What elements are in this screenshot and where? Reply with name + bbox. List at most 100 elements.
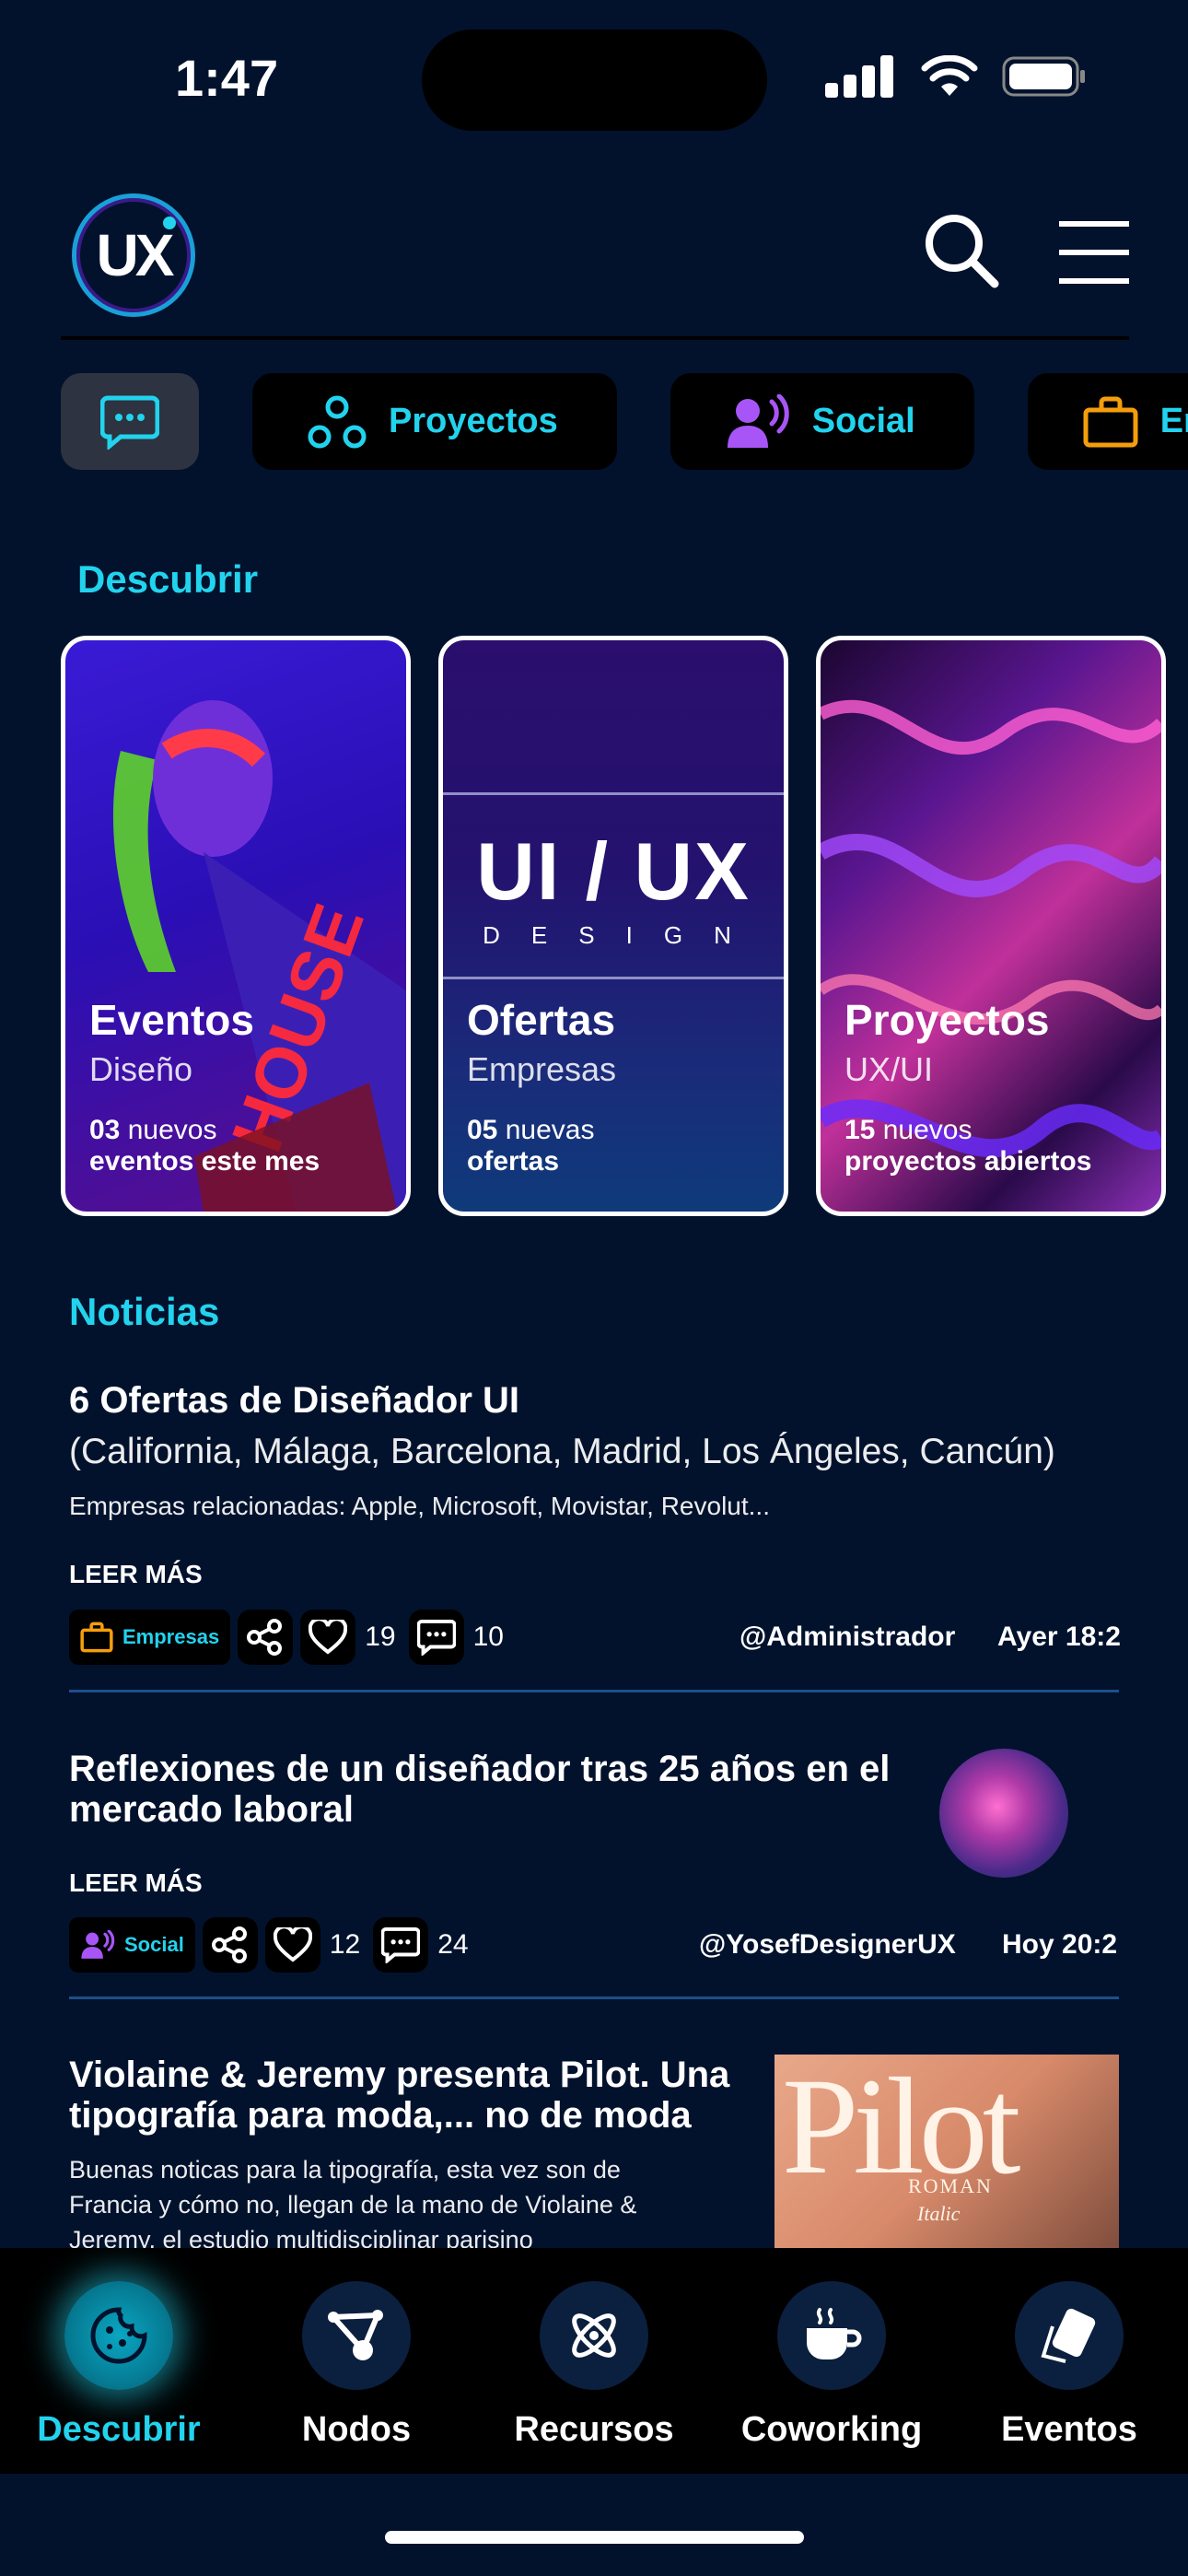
read-more-link[interactable]: LEER MÁS [69,1560,203,1589]
card-title: Proyectos [844,996,1050,1044]
news-divider [69,1996,1119,1999]
news-title-text[interactable]: Reflexiones de un diseñador tras 25 años… [69,1749,898,1830]
heart-icon [273,1927,312,1962]
briefcase-icon [80,1622,113,1653]
tab-label: Coworking [740,2410,923,2449]
card-subtitle: Empresas [467,1050,617,1088]
tab-nodos[interactable]: Nodos [238,2248,475,2474]
tab-icon-wrap [302,2281,411,2390]
tab-coworking[interactable]: Coworking [713,2248,950,2474]
news-author[interactable]: @YosefDesignerUX [699,1929,956,1961]
card-count-text: nuevas [497,1115,595,1145]
card-count-text: nuevos [120,1115,217,1145]
tab-label: Descubrir [37,2410,201,2449]
tag-badge[interactable]: Social [69,1917,195,1973]
tab-label: Nodos [301,2410,412,2449]
tab-eventos[interactable]: Eventos [950,2248,1188,2474]
card-proyectos[interactable]: Proyectos UX/UI 15 nuevos proyectos abier… [816,636,1166,1216]
card-divider-top [443,792,784,795]
tab-icon-wrap [777,2281,886,2390]
category-chips: Proyectos Social Empre [61,373,1188,470]
signal-icon [825,55,893,98]
comment-button[interactable] [408,1610,464,1665]
news-author[interactable]: @Administrador [740,1622,955,1653]
status-bar: 1:47 [0,0,1188,157]
chip-empresas[interactable]: Empre [1027,373,1188,470]
status-icons [825,55,1087,98]
speaking-user-icon [727,393,789,448]
comment-count: 10 [472,1622,504,1652]
card-count-text: nuevos [875,1115,973,1145]
comment-count: 24 [437,1929,469,1960]
logo-text: UX [96,222,175,288]
app-screen: 1:47 UX Proyectos Social E Descubrir HOU… [0,0,1188,2576]
tag-label: Social [124,1933,184,1956]
tag-label: Empresas [122,1625,220,1648]
app-logo[interactable]: UX [72,193,195,317]
card-subtitle: Diseño [89,1050,193,1088]
card-art-subtitle: DESIGN [483,921,763,949]
news-description: Empresas relacionadas: Apple, Microsoft,… [69,1492,770,1520]
chip-social[interactable]: Social [670,373,974,470]
card-ofertas[interactable]: UI / UX DESIGN Ofertas Empresas 05 nueva… [438,636,788,1216]
tab-descubrir[interactable]: Descubrir [0,2248,238,2474]
coffee-icon [807,2308,862,2359]
card-subtitle: UX/UI [844,1050,934,1088]
share-icon [247,1619,283,1656]
news-divider [69,1690,1119,1692]
home-indicator[interactable] [385,2531,804,2544]
comment-button[interactable] [373,1917,429,1973]
chip-proyectos[interactable]: Proyectos [252,373,617,470]
share-button[interactable] [238,1610,294,1665]
tab-recursos[interactable]: Recursos [475,2248,713,2474]
share-button[interactable] [202,1917,258,1973]
top-header: UX [61,184,1129,340]
thumb-sub2: Italic [917,2202,961,2225]
card-art-title: UI / UX [476,825,751,917]
tag-badge[interactable]: Empresas [69,1610,231,1665]
share-icon [211,1926,247,1963]
chip-label: Proyectos [389,402,558,440]
read-more-link[interactable]: LEER MÁS [69,1868,203,1898]
logo-dot [163,217,176,229]
news-date: Hoy 20:2 [1002,1929,1118,1960]
nodes-icon [308,395,367,448]
search-icon[interactable] [923,212,1000,289]
card-count: 05 [467,1115,498,1145]
news-item[interactable]: Violaine & Jeremy presenta Pilot. Una ti… [69,2055,1119,2248]
tab-icon-wrap [1015,2281,1124,2390]
card-divider-bottom [443,977,784,979]
chat-icon [100,395,159,450]
network-icon [328,2310,383,2360]
news-title-text[interactable]: Violaine & Jeremy presenta Pilot. Una ti… [69,2055,751,2136]
news-title: Noticias [69,1290,220,1333]
like-count: 19 [365,1622,396,1652]
hamburger-menu-icon[interactable] [1059,221,1129,284]
bottom-tab-bar: Descubrir Nodos Recursos Coworking Event… [0,2248,1188,2474]
dynamic-island [422,29,767,131]
battery-icon [1002,56,1085,97]
chip-label: Empre [1159,402,1188,440]
ticket-icon [1041,2308,1096,2363]
chip-messages[interactable] [61,373,199,470]
news-meta: Social 12 24 @YosefDesignerUX Hoy 20:2 [69,1916,1119,1973]
like-button[interactable] [264,1917,320,1973]
wifi-icon [921,55,978,96]
tab-label: Recursos [514,2410,674,2449]
news-avatar[interactable] [939,1749,1068,1878]
card-title: Eventos [89,996,254,1044]
card-note: 15 nuevos proyectos abiertos [844,1115,1158,1177]
tab-icon-wrap [64,2281,173,2390]
card-count: 15 [844,1115,876,1145]
card-eventos[interactable]: HOUSE Eventos Diseño 03 nuevos eventos es… [61,636,411,1216]
news-title-text[interactable]: 6 Ofertas de Diseñador UI [69,1380,1119,1421]
chip-label: Social [811,402,915,440]
tab-label: Eventos [1001,2410,1137,2449]
news-item[interactable]: Reflexiones de un diseñador tras 25 años… [69,1749,1119,1997]
news-thumbnail[interactable]: Pilot ROMAN Italic [775,2055,1119,2248]
news-item[interactable]: 6 Ofertas de Diseñador UI (California, M… [69,1380,1121,1675]
like-button[interactable] [300,1610,356,1665]
news-date: Ayer 18:2 [997,1622,1121,1652]
card-count: 03 [89,1115,121,1145]
discover-title: Descubrir [77,557,259,601]
